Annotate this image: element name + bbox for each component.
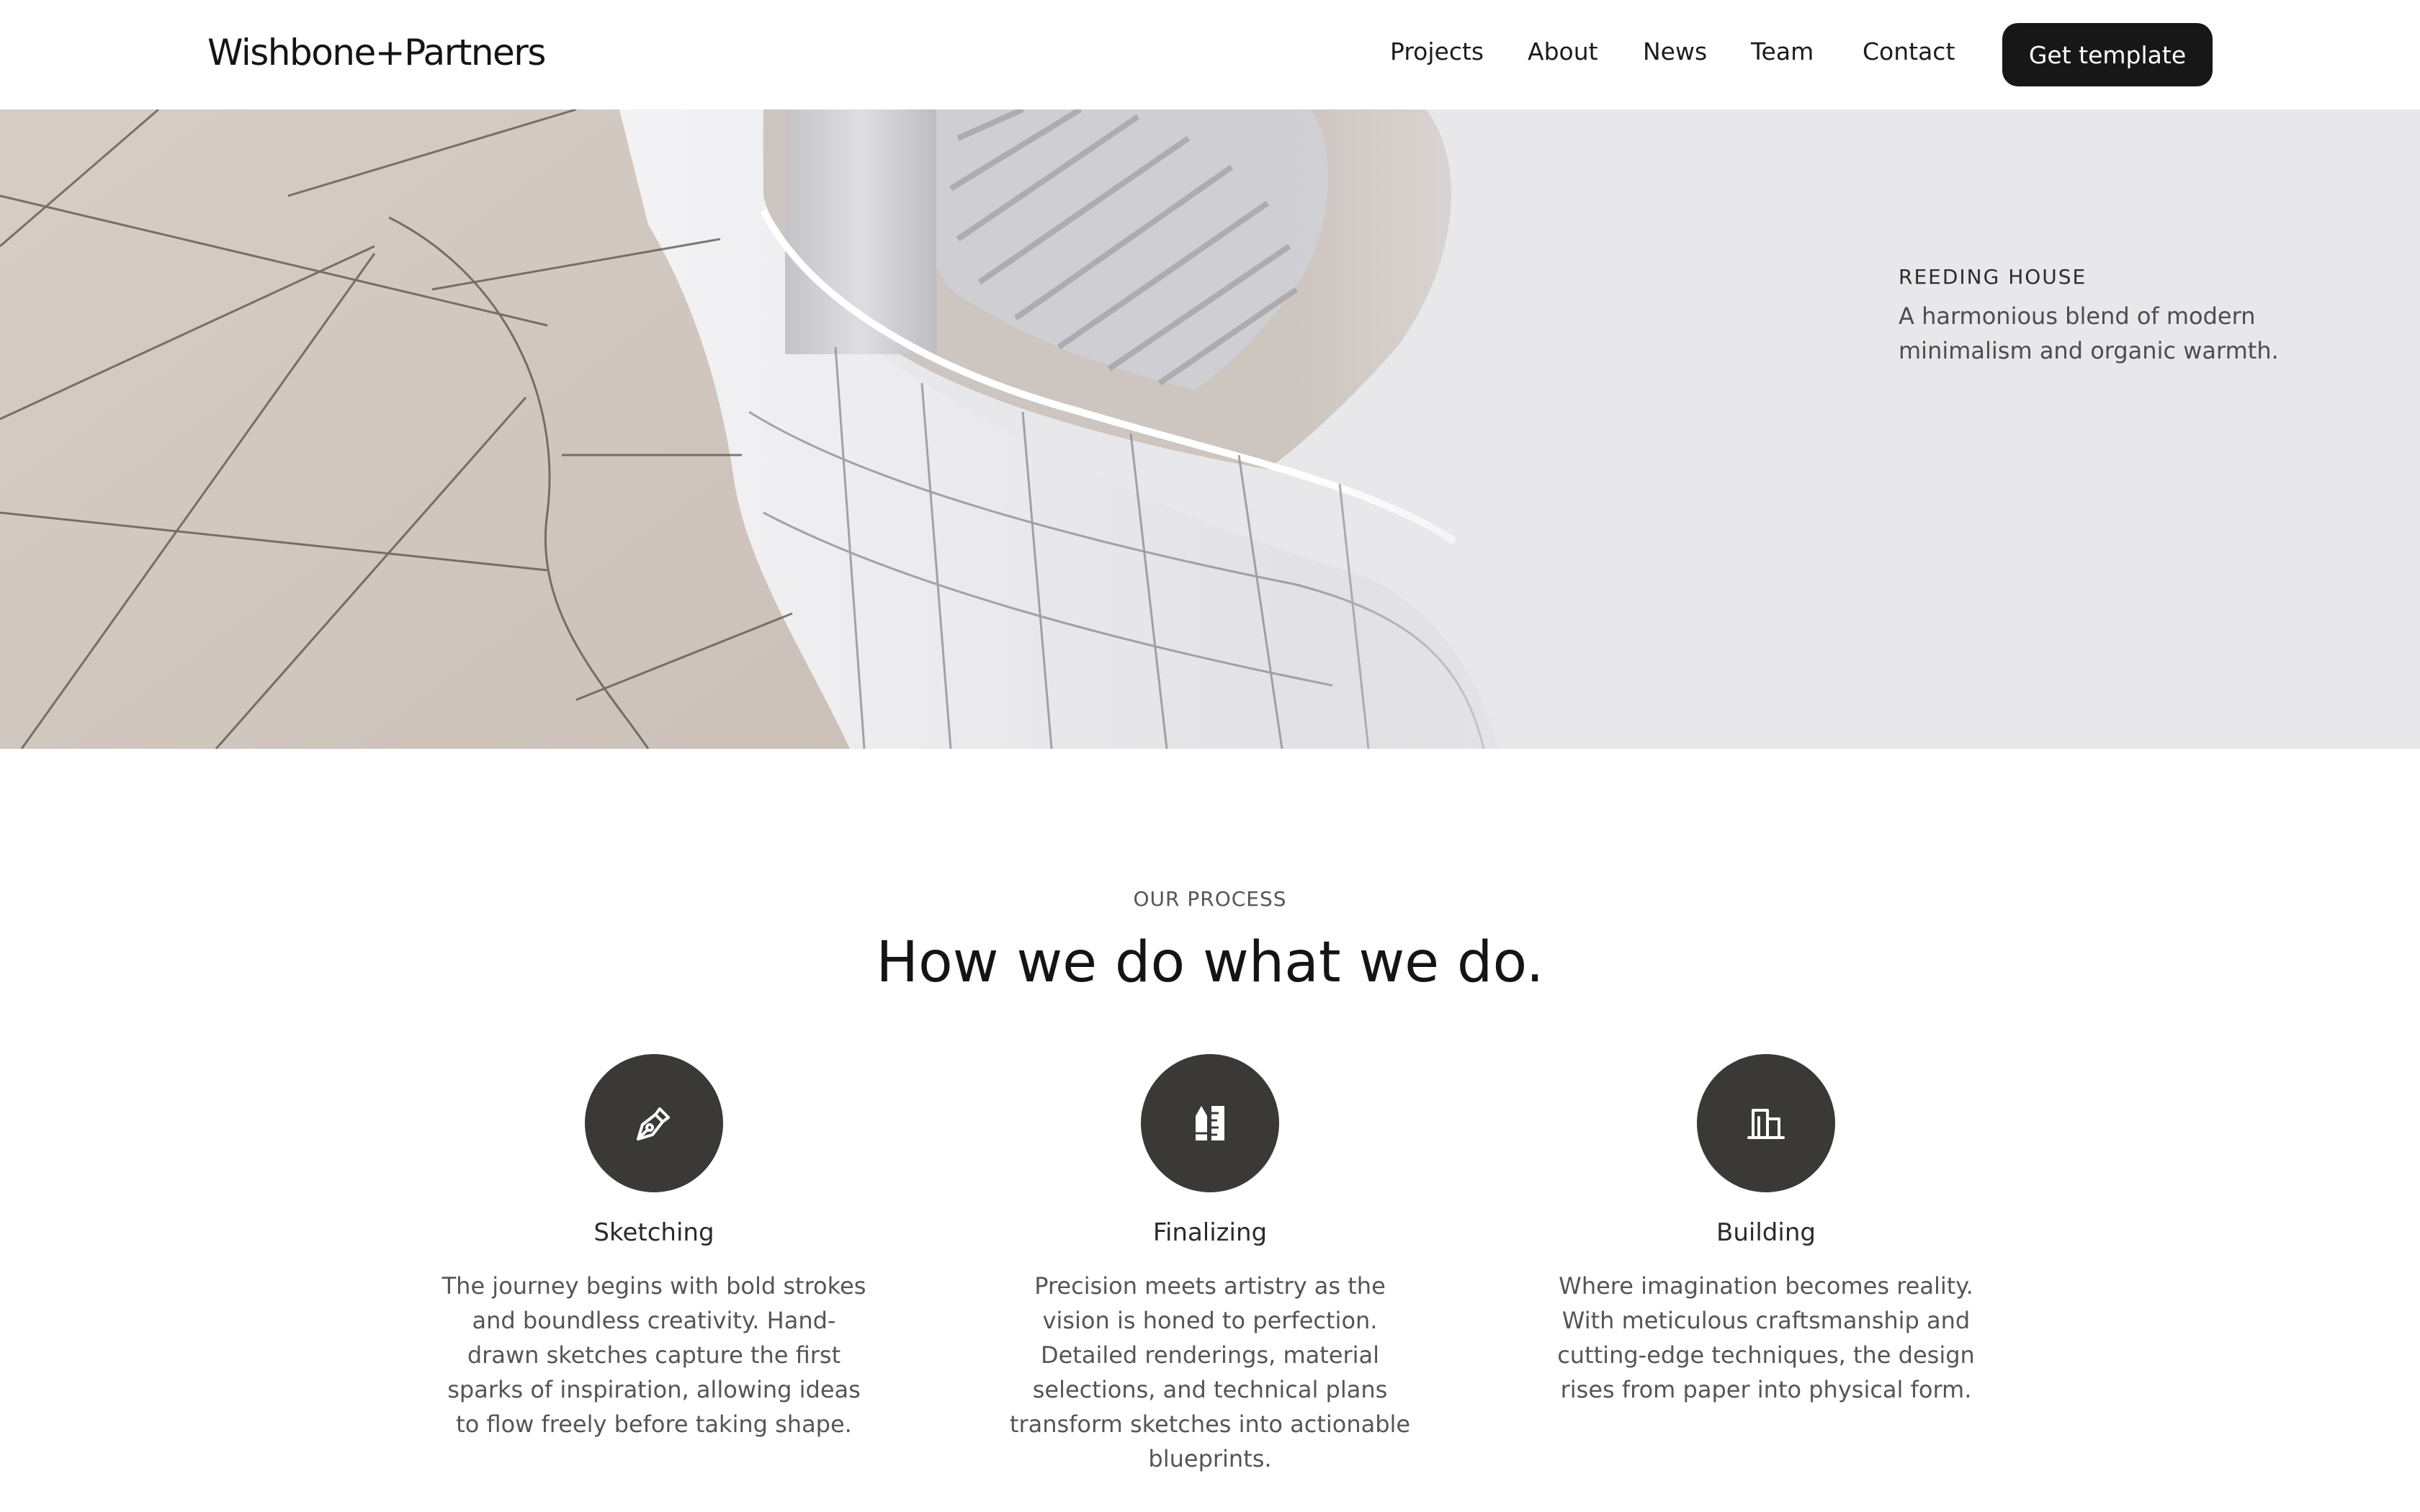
nav-link-team[interactable]: Team bbox=[1751, 37, 1814, 66]
step-icon-circle bbox=[1141, 1054, 1279, 1192]
building-icon bbox=[1747, 1109, 1785, 1139]
nav-link-news[interactable]: News bbox=[1643, 37, 1707, 66]
nav-link-projects[interactable]: Projects bbox=[1390, 37, 1484, 66]
section-kicker: OUR PROCESS bbox=[1133, 887, 1287, 911]
step-title: Finalizing bbox=[1152, 1218, 1268, 1247]
process-step-sketching: Sketching The journey begins with bold s… bbox=[438, 1054, 870, 1441]
process-step-building: Building Where imagination becomes reali… bbox=[1550, 1054, 1982, 1407]
step-title: Sketching bbox=[593, 1218, 714, 1247]
step-icon-circle bbox=[585, 1054, 723, 1192]
project-name[interactable]: REEDING HOUSE bbox=[1899, 265, 2360, 289]
project-description: A harmonious blend of modern minimalism … bbox=[1899, 302, 2279, 364]
hero-caption: REEDING HOUSE A harmonious blend of mode… bbox=[1899, 265, 2360, 368]
step-icon-circle bbox=[1697, 1054, 1835, 1192]
step-description: Precision meets artistry as the vision i… bbox=[1009, 1272, 1411, 1472]
nav-link-about[interactable]: About bbox=[1528, 37, 1598, 66]
nav-link-contact[interactable]: Contact bbox=[1863, 37, 1955, 66]
step-description: The journey begins with bold strokes and… bbox=[442, 1272, 866, 1438]
section-title: How we do what we do. bbox=[876, 930, 1544, 995]
hero-section: REEDING HOUSE A harmonious blend of mode… bbox=[0, 109, 2420, 749]
hero-architecture-image bbox=[0, 109, 1657, 749]
step-description: Where imagination becomes reality. With … bbox=[1557, 1272, 1975, 1403]
process-step-finalizing: Finalizing Precision meets artistry as t… bbox=[994, 1054, 1426, 1476]
get-template-button[interactable]: Get template bbox=[2002, 23, 2213, 86]
site-header: Wishbone+Partners Projects About News Te… bbox=[0, 0, 2420, 109]
pen-nib-icon bbox=[637, 1107, 670, 1140]
step-title: Building bbox=[1716, 1218, 1816, 1247]
pencil-ruler-icon bbox=[1196, 1106, 1224, 1140]
